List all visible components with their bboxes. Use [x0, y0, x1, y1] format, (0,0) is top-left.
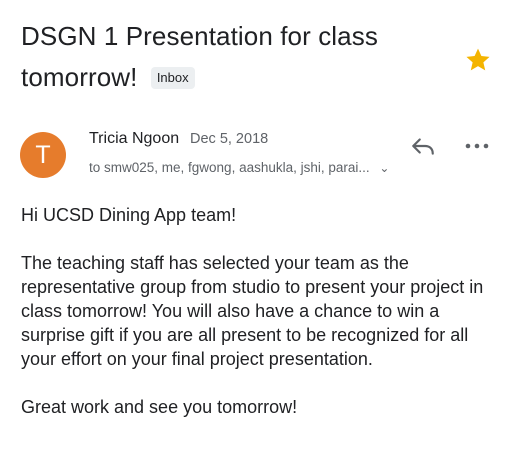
recipients-text: to smw025, me, fgwong, aashukla, jshi, p… [89, 160, 370, 175]
more-dot [465, 143, 471, 149]
chevron-down-icon[interactable]: ⌄ [379, 161, 389, 175]
more-horizontal-icon[interactable] [464, 140, 490, 152]
star-icon[interactable] [464, 46, 492, 74]
reply-icon[interactable] [410, 133, 436, 159]
sender-name[interactable]: Tricia Ngoon [89, 130, 179, 148]
email-date: Dec 5, 2018 [190, 131, 269, 147]
email-closing: Great work and see you tomorrow! [21, 397, 298, 417]
sender-avatar[interactable]: T [20, 132, 66, 178]
recipients-line[interactable]: to smw025, me, fgwong, aashukla, jshi, p… [89, 160, 389, 175]
email-greeting: Hi UCSD Dining App team! [21, 205, 237, 225]
email-body: Hi UCSD Dining App team! The teaching st… [21, 203, 501, 419]
reply-icon-shape [412, 138, 434, 155]
email-paragraph: The teaching staff has selected your tea… [21, 253, 484, 369]
email-subject-heading: DSGN 1 Presentation for class tomorrow! … [21, 16, 441, 98]
more-dot [483, 143, 489, 149]
more-dot [474, 143, 480, 149]
inbox-label-chip[interactable]: Inbox [150, 67, 195, 89]
star-icon-shape [466, 48, 490, 71]
email-subject: DSGN 1 Presentation for class tomorrow! [21, 21, 378, 92]
